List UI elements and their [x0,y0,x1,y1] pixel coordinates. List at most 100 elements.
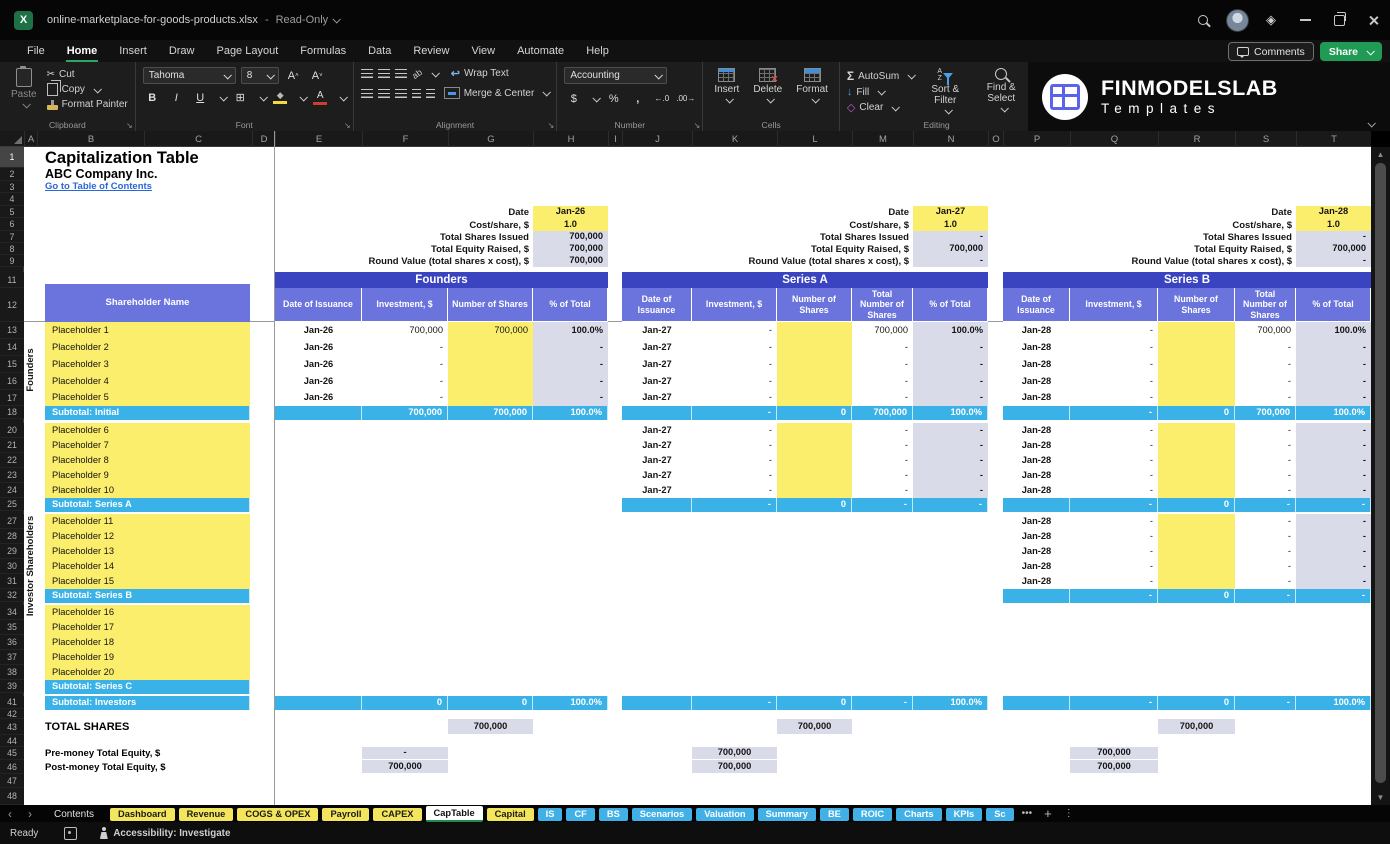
column-header-M[interactable]: M [852,131,913,147]
row-header-8[interactable]: 8 [0,243,24,255]
section-banner-series-b[interactable]: Series B [1003,272,1371,288]
sheet-tab-summary[interactable]: Summary [758,808,816,821]
cell-H6[interactable]: 1.0 [533,218,608,232]
cell-Q23[interactable]: - [1070,468,1158,484]
row-header-4[interactable]: 4 [0,193,24,206]
cell-M22[interactable]: - [852,453,913,469]
cell-N20[interactable]: - [913,423,988,439]
cell-M20[interactable]: - [852,423,913,439]
cell-N23[interactable]: - [913,468,988,484]
row-header-20[interactable]: 20 [0,423,24,438]
cell-P17[interactable]: Jan-28 [1003,390,1070,407]
row-header-1[interactable]: 1 [0,147,24,168]
collapse-ribbon-icon[interactable] [1367,119,1375,127]
row-header-11[interactable]: 11 [0,272,24,288]
cell-name-27[interactable]: Placeholder 11 [45,514,250,530]
cell-P25[interactable] [1003,498,1070,512]
cell-K45[interactable]: 700,000 [692,747,777,760]
cell-S16[interactable]: - [1235,373,1296,391]
cell-P31[interactable]: Jan-28 [1003,574,1070,590]
sheet-tab-cogs-opex[interactable]: COGS & OPEX [237,808,318,821]
cell-G17[interactable] [448,390,533,407]
col-header-date-of-issuance[interactable]: Date of Issuance [1003,288,1070,322]
row-header-13[interactable]: 13 [0,322,24,339]
sheet-tab-captable[interactable]: CapTable [426,806,483,822]
cell-G18[interactable]: 700,000 [448,406,533,420]
cell-T22[interactable]: - [1296,453,1371,469]
cell-L14[interactable] [777,339,852,357]
cell-K13[interactable]: - [692,322,777,340]
cell-F16[interactable]: - [362,373,448,391]
cell-K18[interactable]: - [692,406,777,420]
cell-S24[interactable]: - [1235,483,1296,499]
column-header-Q[interactable]: Q [1070,131,1158,147]
cell-J13[interactable]: Jan-27 [622,322,692,340]
cell-S18[interactable]: 700,000 [1235,406,1296,420]
cell-Q32[interactable]: - [1070,589,1158,603]
cell-R15[interactable] [1158,356,1235,374]
cell-R30[interactable] [1158,559,1235,575]
cell-M25[interactable]: - [852,498,913,512]
cell-P18[interactable] [1003,406,1070,420]
cell-G14[interactable] [448,339,533,357]
column-header-E[interactable]: E [275,131,362,147]
cell-L13[interactable] [777,322,852,340]
scroll-down-icon[interactable]: ▼ [1371,793,1390,802]
cell-J16[interactable]: Jan-27 [622,373,692,391]
cell-R20[interactable] [1158,423,1235,439]
cell-E13[interactable]: Jan-26 [275,322,362,340]
cell-name-36[interactable]: Placeholder 18 [45,635,250,651]
section-banner-founders[interactable]: Founders [275,272,608,288]
col-header-number-of-shares[interactable]: Number of Shares [777,288,852,322]
cell-S21[interactable]: - [1235,438,1296,454]
cell-L20[interactable] [777,423,852,439]
cell-R32[interactable]: 0 [1158,589,1235,603]
cell-R43[interactable]: 700,000 [1158,719,1235,735]
cell-F45[interactable]: - [362,747,448,760]
sheet-tab-dashboard[interactable]: Dashboard [110,808,175,821]
column-header-J[interactable]: J [622,131,692,147]
cell-name-15[interactable]: Placeholder 3 [45,356,250,374]
cell-L43[interactable]: 700,000 [777,719,852,735]
row-header-17[interactable]: 17 [0,390,24,406]
cell-N13[interactable]: 100.0% [913,322,988,340]
cell-R23[interactable] [1158,468,1235,484]
cell-J25[interactable] [622,498,692,512]
cell-R28[interactable] [1158,529,1235,545]
cell-Q29[interactable]: - [1070,544,1158,560]
column-header-F[interactable]: F [362,131,448,147]
cell-R24[interactable] [1158,483,1235,499]
row-header-37[interactable]: 37 [0,650,24,665]
side-label-investor-shareholders[interactable]: Investor Shareholders [23,486,37,646]
cell-P29[interactable]: Jan-28 [1003,544,1070,560]
cell-P24[interactable]: Jan-28 [1003,483,1070,499]
sheet-tab-is[interactable]: IS [538,808,563,821]
row-header-12[interactable]: 12 [0,288,24,322]
col-header-of-total[interactable]: % of Total [913,288,988,322]
col-header-investment[interactable]: Investment, $ [1070,288,1158,322]
cell-N17[interactable]: - [913,390,988,407]
cell-P23[interactable]: Jan-28 [1003,468,1070,484]
cell-J23[interactable]: Jan-27 [622,468,692,484]
cell-name-28[interactable]: Placeholder 12 [45,529,250,545]
cell-R21[interactable] [1158,438,1235,454]
cell-K17[interactable]: - [692,390,777,407]
cell-N14[interactable]: - [913,339,988,357]
cell-T32[interactable]: - [1296,589,1371,603]
row-header-3[interactable]: 3 [0,181,24,193]
cell-N15[interactable]: - [913,356,988,374]
cell-K16[interactable]: - [692,373,777,391]
cell-R22[interactable] [1158,453,1235,469]
cell-F15[interactable]: - [362,356,448,374]
row-header-42[interactable]: 42 [0,709,24,719]
col-header-total-number-of-shares[interactable]: Total Number of Shares [1235,288,1296,322]
sheet-tab-charts[interactable]: Charts [896,808,941,821]
cell-S27[interactable]: - [1235,514,1296,530]
cell-P21[interactable]: Jan-28 [1003,438,1070,454]
column-header-B[interactable]: B [37,131,144,147]
cell-S15[interactable]: - [1235,356,1296,374]
cell-R29[interactable] [1158,544,1235,560]
cell-L15[interactable] [777,356,852,374]
cell-R25[interactable]: 0 [1158,498,1235,512]
cell-Q45[interactable]: 700,000 [1070,747,1158,760]
